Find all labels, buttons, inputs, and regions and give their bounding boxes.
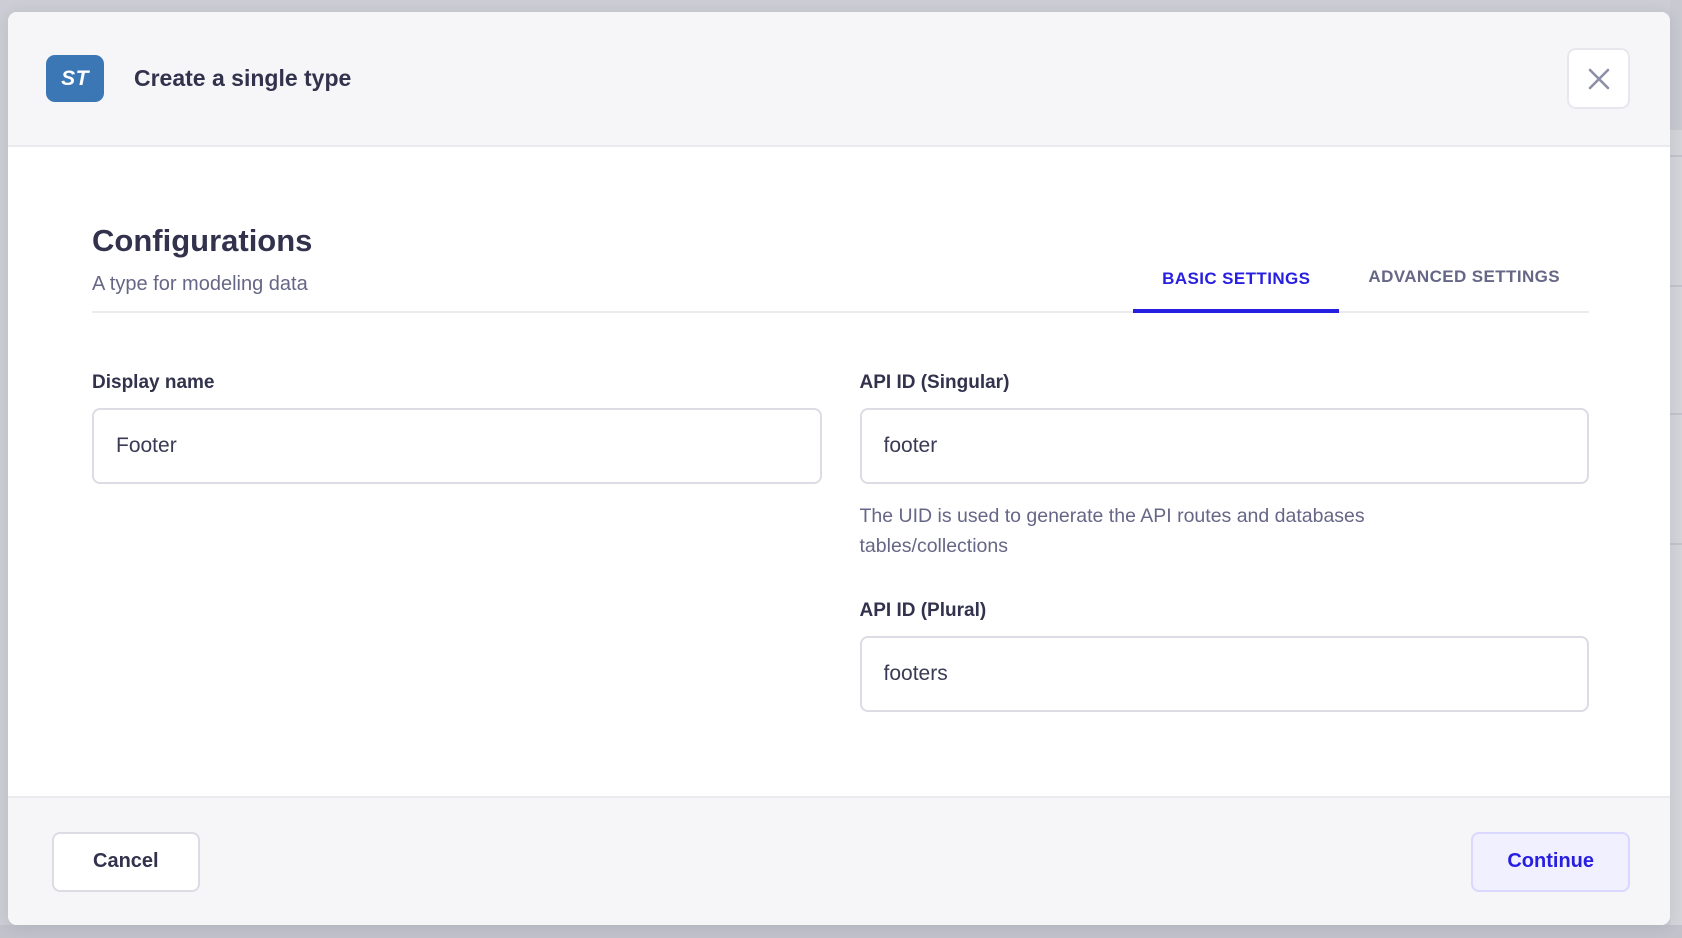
close-icon <box>1587 67 1611 91</box>
create-single-type-modal: ST Create a single type Configurations A… <box>8 12 1670 925</box>
api-id-singular-field: API ID (Singular) The UID is used to gen… <box>860 371 1590 561</box>
single-type-badge-label: ST <box>61 67 89 91</box>
cancel-button[interactable]: Cancel <box>52 832 200 892</box>
configurations-header-row: Configurations A type for modeling data … <box>92 147 1589 313</box>
api-id-singular-hint: The UID is used to generate the API rout… <box>860 501 1500 561</box>
close-button[interactable] <box>1567 48 1630 109</box>
display-name-field: Display name <box>92 371 822 484</box>
modal-footer: Cancel Continue <box>8 796 1670 925</box>
modal-header: ST Create a single type <box>8 12 1670 147</box>
modal-title: Create a single type <box>134 65 1567 92</box>
display-name-input[interactable] <box>92 408 822 484</box>
api-id-singular-input[interactable] <box>860 408 1590 484</box>
single-type-badge: ST <box>46 55 104 102</box>
configurations-titles: Configurations A type for modeling data <box>92 219 312 311</box>
api-id-plural-field: API ID (Plural) <box>860 599 1590 712</box>
form-left-column: Display name <box>92 371 822 712</box>
settings-tabs: BASIC SETTINGS ADVANCED SETTINGS <box>1133 267 1589 311</box>
modal-body: Configurations A type for modeling data … <box>8 147 1670 796</box>
api-id-plural-input[interactable] <box>860 636 1590 712</box>
api-id-plural-label: API ID (Plural) <box>860 599 1590 623</box>
section-heading: Configurations <box>92 219 312 263</box>
display-name-label: Display name <box>92 371 822 395</box>
tab-advanced-settings[interactable]: ADVANCED SETTINGS <box>1339 267 1589 311</box>
background-page-bottom-edge <box>0 925 1682 938</box>
api-id-singular-label: API ID (Singular) <box>860 371 1590 395</box>
background-page-right-edge <box>1670 0 1682 938</box>
section-subheading: A type for modeling data <box>92 269 312 299</box>
form-right-column: API ID (Singular) The UID is used to gen… <box>860 371 1590 712</box>
configuration-form: Display name API ID (Singular) The UID i… <box>92 371 1589 712</box>
tab-basic-settings[interactable]: BASIC SETTINGS <box>1133 269 1339 313</box>
continue-button[interactable]: Continue <box>1471 832 1630 892</box>
